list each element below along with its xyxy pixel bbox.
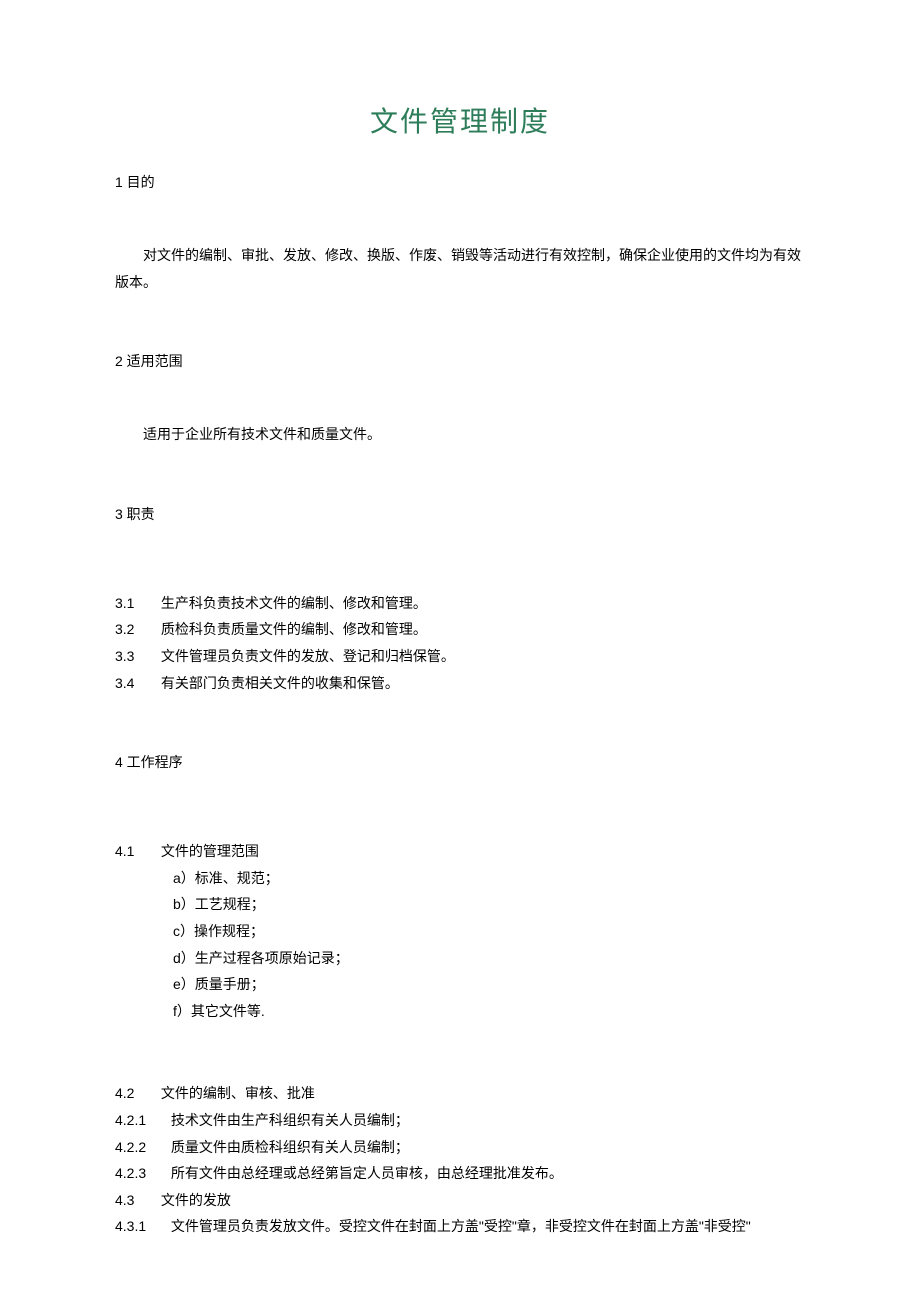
item-4-1: 4.1 文件的管理范围 [115,838,805,865]
item-text: 所有文件由总经理或总经第旨定人员审核，由总经理批准发布。 [171,1165,563,1181]
section-3-heading: 3 职责 [115,504,805,524]
item-3-2: 3.2 质检科负责质量文件的编制、修改和管理。 [115,616,805,643]
item-number: 3.4 [115,670,157,697]
item-4-3: 4.3 文件的发放 [115,1187,805,1214]
item-text: 文件管理员负责文件的发放、登记和归档保管。 [161,648,455,664]
item-3-4: 3.4 有关部门负责相关文件的收集和保管。 [115,670,805,697]
item-4-1-c: c）操作规程； [115,918,805,945]
item-4-2-2: 4.2.2 质量文件由质检科组织有关人员编制； [115,1134,805,1161]
item-text: 文件的编制、审核、批准 [161,1085,315,1101]
section-2-heading: 2 适用范围 [115,351,805,371]
spacer [115,1024,805,1080]
item-text: 文件的管理范围 [161,843,259,859]
section-4-heading: 4 工作程序 [115,752,805,772]
item-text: 质量文件由质检科组织有关人员编制； [171,1139,409,1155]
item-number: 3.3 [115,643,157,670]
item-number: 4.2.2 [115,1134,167,1161]
item-4-1-d: d）生产过程各项原始记录； [115,945,805,972]
spacer [115,448,805,504]
item-4-2: 4.2 文件的编制、审核、批准 [115,1080,805,1107]
item-4-1-a: a）标准、规范； [115,865,805,892]
item-number: 3.2 [115,616,157,643]
spacer [115,534,805,590]
spacer [115,782,805,838]
item-4-2-3: 4.2.3 所有文件由总经理或总经第旨定人员审核，由总经理批准发布。 [115,1160,805,1187]
item-number: 4.2.3 [115,1160,167,1187]
item-number: 3.1 [115,590,157,617]
item-4-1-b: b）工艺规程； [115,891,805,918]
spacer [115,696,805,752]
section-1-heading: 1 目的 [115,172,805,192]
item-4-3-1: 4.3.1 文件管理员负责发放文件。受控文件在封面上方盖"受控"章，非受控文件在… [115,1213,805,1240]
item-number: 4.1 [115,838,157,865]
item-text: 文件的发放 [161,1192,231,1208]
spacer [115,381,805,421]
section-1-body: 对文件的编制、审批、发放、修改、换版、作废、销毁等活动进行有效控制，确保企业使用… [115,242,805,295]
item-text: 生产科负责技术文件的编制、修改和管理。 [161,595,427,611]
item-text: 文件管理员负责发放文件。受控文件在封面上方盖"受控"章，非受控文件在封面上方盖"… [171,1218,751,1234]
item-text: 技术文件由生产科组织有关人员编制； [171,1112,409,1128]
item-number: 4.3 [115,1187,157,1214]
section-2-body: 适用于企业所有技术文件和质量文件。 [115,421,805,448]
item-text: 质检科负责质量文件的编制、修改和管理。 [161,621,427,637]
item-3-3: 3.3 文件管理员负责文件的发放、登记和归档保管。 [115,643,805,670]
item-3-1: 3.1 生产科负责技术文件的编制、修改和管理。 [115,590,805,617]
item-4-1-e: e）质量手册； [115,971,805,998]
item-number: 4.3.1 [115,1213,167,1240]
item-text: 有关部门负责相关文件的收集和保管。 [161,675,399,691]
document-title: 文件管理制度 [115,100,805,140]
spacer [115,295,805,351]
item-4-2-1: 4.2.1 技术文件由生产科组织有关人员编制； [115,1107,805,1134]
item-number: 4.2 [115,1080,157,1107]
spacer [115,202,805,242]
item-4-1-f: f）其它文件等. [115,998,805,1025]
item-number: 4.2.1 [115,1107,167,1134]
